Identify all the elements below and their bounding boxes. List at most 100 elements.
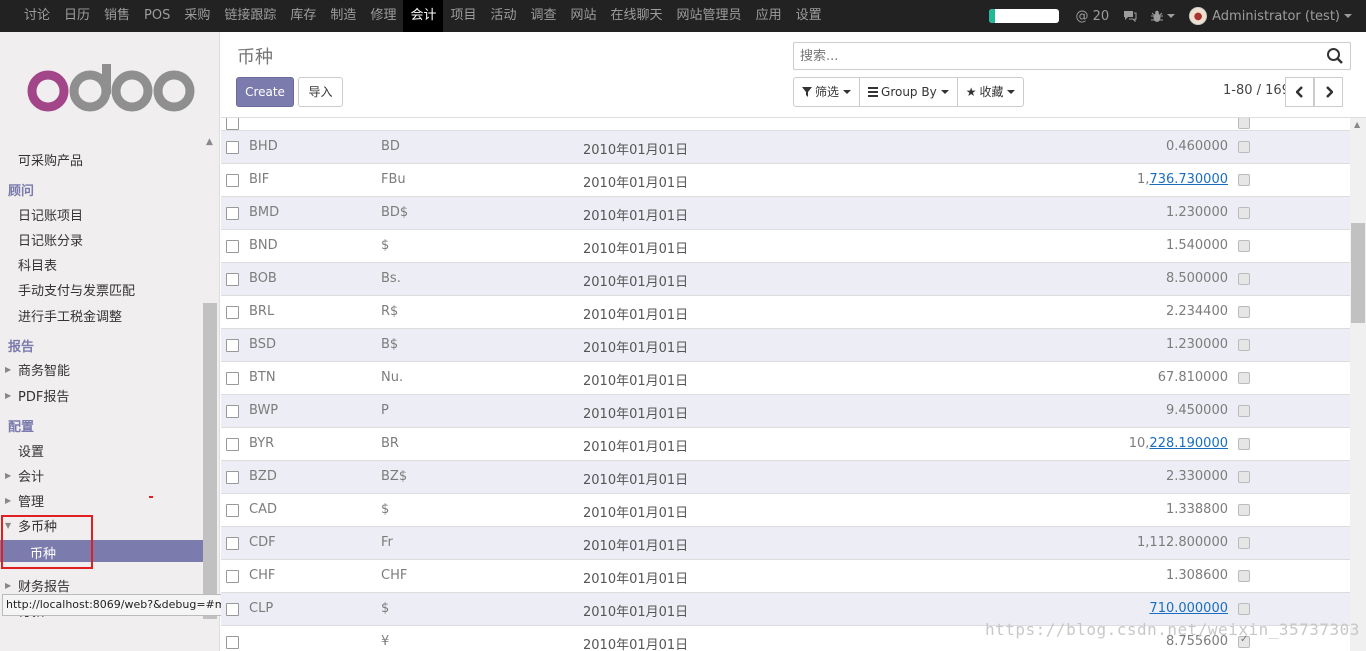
menu-item-repair[interactable]: 修理 [363, 0, 403, 32]
create-button[interactable]: Create [236, 77, 294, 107]
menu-item-project[interactable]: 项目 [443, 0, 483, 32]
active-checkbox [1238, 118, 1250, 129]
menu-item-website[interactable]: 网站 [564, 0, 604, 32]
menu-item-sales[interactable]: 销售 [97, 0, 137, 32]
groupby-dropdown[interactable]: Group By [859, 77, 958, 107]
row-checkbox[interactable] [226, 339, 239, 352]
debug-bug-icon[interactable] [1151, 10, 1176, 23]
list-scrollbar[interactable]: ▲ [1350, 118, 1366, 651]
row-checkbox[interactable] [226, 570, 239, 583]
table-row[interactable]: BYR BR 2010年01月01日 10,228.190000 [221, 427, 1350, 460]
menu-item-events[interactable]: 活动 [483, 0, 523, 32]
active-checkbox [1238, 207, 1250, 219]
rate-link[interactable]: 228.190000 [1149, 436, 1228, 451]
currency-rate: 10,228.190000 [1129, 436, 1228, 451]
sidebar-item-business-intelligence[interactable]: 商务智能 [18, 360, 70, 379]
currency-code: BIF [249, 172, 270, 187]
list-icon [868, 87, 879, 97]
scroll-up-icon[interactable]: ▲ [206, 137, 213, 147]
import-button[interactable]: 导入 [298, 77, 343, 107]
filters-dropdown[interactable]: 筛选 [793, 77, 861, 107]
menu-item-accounting[interactable]: 会计 [403, 0, 444, 32]
menu-item-website-admin[interactable]: 网站管理员 [670, 0, 749, 32]
sidebar-item-financial-reports[interactable]: 财务报告 [18, 576, 70, 595]
odoo-logo[interactable] [26, 64, 196, 118]
rate-date: 2010年01月01日 [583, 176, 689, 191]
sidebar-scrollbar[interactable]: ▲ [203, 137, 217, 619]
menu-item-live-chat[interactable]: 在线聊天 [604, 0, 670, 32]
sidebar-section-reporting: 报告 [8, 340, 35, 355]
currency-rate: 1.230000 [1166, 337, 1228, 352]
sidebar-item-manual-reconciliation[interactable]: 手动支付与发票匹配 [18, 280, 135, 299]
row-checkbox[interactable] [226, 174, 239, 187]
rate-link[interactable]: 736.730000 [1149, 172, 1228, 187]
row-checkbox[interactable] [226, 438, 239, 451]
currency-symbol: Bs. [381, 271, 401, 286]
table-row[interactable]: BWP P 2010年01月01日 9.450000 [221, 394, 1350, 427]
row-checkbox[interactable] [226, 603, 239, 616]
sidebar-item-management[interactable]: 管理 [18, 491, 44, 510]
currency-symbol: BR [381, 436, 399, 451]
search-input[interactable] [794, 43, 1314, 69]
table-row[interactable]: CHF CHF 2010年01月01日 1.308600 [221, 559, 1350, 592]
row-checkbox[interactable] [226, 306, 239, 319]
row-checkbox[interactable] [226, 240, 239, 253]
menu-item-link-tracker[interactable]: 链接跟踪 [217, 0, 283, 32]
table-row[interactable]: BZD BZ$ 2010年01月01日 2.330000 [221, 460, 1350, 493]
sidebar-item-journal-items[interactable]: 日记账项目 [18, 205, 83, 224]
scrollbar-thumb[interactable] [1351, 223, 1365, 323]
menu-item-survey[interactable]: 调查 [524, 0, 564, 32]
table-row[interactable]: CDF Fr 2010年01月01日 1,112.800000 [221, 526, 1350, 559]
active-checkbox [1238, 537, 1250, 549]
sidebar-item-settings[interactable]: 设置 [18, 441, 44, 460]
chat-icon[interactable] [1123, 10, 1137, 22]
row-checkbox[interactable] [226, 141, 239, 154]
search-icon[interactable] [1326, 47, 1344, 65]
sidebar-item-chart-of-accounts[interactable]: 科目表 [18, 255, 57, 274]
table-row[interactable]: CAD $ 2010年01月01日 1.338800 [221, 493, 1350, 526]
menu-item-purchase[interactable]: 采购 [177, 0, 217, 32]
caret-right-icon: ▶ [5, 496, 12, 505]
sidebar-item-tax-adjustments[interactable]: 进行手工税金调整 [18, 306, 122, 325]
menu-item-calendar[interactable]: 日历 [57, 0, 97, 32]
sidebar-item-pdf-reports[interactable]: PDF报告 [18, 386, 69, 405]
row-checkbox[interactable] [226, 273, 239, 286]
planner-progress[interactable] [989, 9, 1060, 23]
user-menu[interactable]: ● Administrator (test) [1189, 7, 1352, 25]
table-row[interactable]: BTN Nu. 2010年01月01日 67.810000 [221, 361, 1350, 394]
row-checkbox[interactable] [226, 118, 239, 130]
scrollbar-thumb[interactable] [203, 303, 217, 619]
pager-previous-button[interactable] [1285, 77, 1314, 107]
pager-next-button[interactable] [1314, 77, 1343, 107]
row-checkbox[interactable] [226, 537, 239, 550]
menu-item-apps[interactable]: 应用 [749, 0, 789, 32]
row-checkbox[interactable] [226, 504, 239, 517]
rate-text: 1, [1137, 172, 1150, 187]
sidebar-item-accounting[interactable]: 会计 [18, 466, 44, 485]
table-row[interactable]: BHD BD 2010年01月01日 0.460000 [221, 130, 1350, 163]
pager-value[interactable]: 1-80 / 169 [1223, 83, 1290, 98]
row-checkbox[interactable] [226, 405, 239, 418]
search-options: 筛选 Group By ★ 收藏 [793, 77, 1025, 107]
table-row[interactable]: BSD B$ 2010年01月01日 1.230000 [221, 328, 1350, 361]
favorites-dropdown[interactable]: ★ 收藏 [956, 77, 1025, 107]
row-checkbox[interactable] [226, 207, 239, 220]
sidebar-item-journal-entries[interactable]: 日记账分录 [18, 230, 83, 249]
table-row[interactable]: BIF FBu 2010年01月01日 1,736.730000 [221, 163, 1350, 196]
table-row[interactable]: BOB Bs. 2010年01月01日 8.500000 [221, 262, 1350, 295]
row-checkbox[interactable] [226, 471, 239, 484]
scroll-up-icon[interactable]: ▲ [1354, 120, 1360, 129]
rate-link[interactable]: 710.000000 [1149, 601, 1228, 616]
mentions-counter[interactable]: @ 20 [1075, 9, 1109, 24]
table-row[interactable]: BMD BD$ 2010年01月01日 1.230000 [221, 196, 1350, 229]
menu-item-manufacturing[interactable]: 制造 [323, 0, 363, 32]
row-checkbox[interactable] [226, 372, 239, 385]
menu-item-inventory[interactable]: 库存 [283, 0, 323, 32]
menu-item-pos[interactable]: POS [137, 0, 177, 32]
table-row[interactable]: BND $ 2010年01月01日 1.540000 [221, 229, 1350, 262]
row-checkbox[interactable] [226, 636, 239, 649]
table-row[interactable]: BRL R$ 2010年01月01日 2.234400 [221, 295, 1350, 328]
menu-item-discuss[interactable]: 讨论 [17, 0, 57, 32]
menu-item-settings[interactable]: 设置 [789, 0, 829, 32]
sidebar-item-purchasable-products[interactable]: 可采购产品 [18, 150, 83, 169]
